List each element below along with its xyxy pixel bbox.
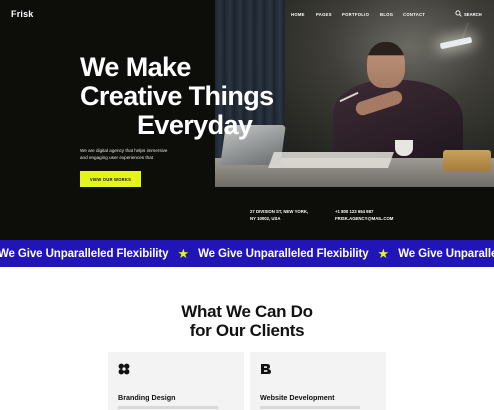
service-card-branding[interactable]: Branding Design xyxy=(108,352,244,410)
nav-blog[interactable]: BLOG xyxy=(380,12,393,17)
nav-portfolio[interactable]: PORTFOLIO xyxy=(342,12,369,17)
subtext-line-1: We are digital agency that helps immersi… xyxy=(80,148,168,153)
papers xyxy=(268,152,394,168)
subtext-line-2: and engaging user experiences that xyxy=(80,155,154,160)
marquee-text: We Give Unparalleled F xyxy=(398,248,494,260)
site-logo[interactable]: Frisk xyxy=(11,9,34,19)
desk-lamp xyxy=(439,36,473,50)
search-label: SEARCH xyxy=(464,11,482,17)
hero-headline: We Make Creative Things Everyday xyxy=(80,53,330,140)
services-title-line-2: for Our Clients xyxy=(189,321,305,340)
service-card-text-placeholder xyxy=(260,406,360,409)
headline-line-1: We Make xyxy=(80,52,191,82)
person-head xyxy=(367,42,405,88)
b-shape-icon xyxy=(260,362,272,374)
search-icon xyxy=(455,10,462,18)
hero-section: Frisk HOME PAGES PORTFOLIO BLOG CONTACT … xyxy=(0,0,494,240)
marquee-banner: We Give Unparalleled Flexibility ★ We Gi… xyxy=(0,240,494,267)
service-card-text-placeholder xyxy=(118,406,218,409)
marquee-track: We Give Unparalleled Flexibility ★ We Gi… xyxy=(0,246,494,262)
nav-contact[interactable]: CONTACT xyxy=(403,12,425,17)
star-icon: ★ xyxy=(377,246,390,261)
service-card-title: Branding Design xyxy=(118,393,176,402)
address-line-2: NY 10002, USA xyxy=(250,216,281,221)
marquee-text: We Give Unparalleled Flexibility xyxy=(0,248,169,260)
headline-line-3: Everyday xyxy=(137,110,253,140)
marquee-text: We Give Unparalleled Flexibility xyxy=(198,248,369,260)
address-block: 27 DIVISION ST, NEW YORK, NY 10002, USA xyxy=(250,208,308,222)
headline-line-2: Creative Things xyxy=(80,81,274,111)
star-icon: ★ xyxy=(177,246,190,261)
hero-subtext: We are digital agency that helps immersi… xyxy=(80,147,200,161)
service-card-title: Website Development xyxy=(260,393,335,402)
service-card-web-development[interactable]: Website Development xyxy=(250,352,386,410)
clover-icon xyxy=(118,362,130,375)
services-title-line-1: What We Can Do xyxy=(181,302,313,321)
view-works-button[interactable]: VIEW OUR WORKS xyxy=(80,171,141,187)
mug xyxy=(443,150,491,172)
nav-home[interactable]: HOME xyxy=(291,12,305,17)
search-button[interactable]: SEARCH xyxy=(455,10,482,18)
contact-block: +1 800 123 654 987 FRISK.AGENCY@MAIL.COM xyxy=(335,208,393,222)
cup xyxy=(395,140,413,156)
services-title: What We Can Do for Our Clients xyxy=(0,302,494,340)
phone-link[interactable]: +1 800 123 654 987 xyxy=(335,208,393,215)
email-link[interactable]: FRISK.AGENCY@MAIL.COM xyxy=(335,215,393,222)
nav-pages[interactable]: PAGES xyxy=(316,12,332,17)
address-line-1: 27 DIVISION ST, NEW YORK, xyxy=(250,209,309,214)
